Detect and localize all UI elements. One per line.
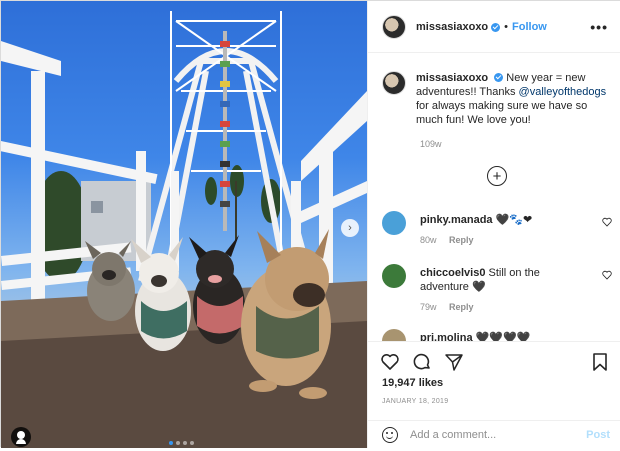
verified-badge-icon <box>491 23 501 32</box>
carousel-dot <box>190 441 194 445</box>
post-modal: › missasiaxoxo • Follow ••• missasiaxoxo <box>0 0 620 451</box>
reply-button[interactable]: Reply <box>449 235 474 245</box>
comment-time: 79w <box>420 302 437 312</box>
next-slide-button[interactable]: › <box>341 219 359 237</box>
comment-username[interactable]: chiccoelvis0 <box>420 267 485 279</box>
comment-like-heart-icon[interactable] <box>602 217 612 227</box>
caption-timestamp: 109w <box>420 139 442 149</box>
comment-username[interactable]: pinky.manada <box>420 214 493 226</box>
comment-text: 🖤🐾❤ <box>495 214 533 226</box>
heart-icon <box>381 354 399 370</box>
add-comment-row: Post <box>368 420 620 448</box>
comment-body: pinky.manada 🖤🐾❤ <box>420 213 590 227</box>
caption-text: missasiaxoxo New year = new adventures!!… <box>416 71 612 127</box>
post-comment-button[interactable]: Post <box>586 429 610 441</box>
comment-like-heart-icon[interactable] <box>602 270 612 280</box>
carousel-dot-active <box>169 441 173 445</box>
share-button[interactable] <box>444 352 464 372</box>
follow-button[interactable]: Follow <box>512 21 547 33</box>
load-more-comments-button[interactable]: + <box>487 166 507 186</box>
author-avatar[interactable] <box>382 14 406 39</box>
chevron-right-icon: › <box>348 222 352 234</box>
caption-username[interactable]: missasiaxoxo <box>416 72 488 84</box>
likes-count[interactable]: 19,947 likes <box>382 377 443 389</box>
verified-badge-icon <box>494 73 504 82</box>
carousel-dot <box>183 441 187 445</box>
caption-author-avatar[interactable] <box>382 71 406 95</box>
post-caption: missasiaxoxo New year = new adventures!!… <box>382 71 612 127</box>
carousel-dot <box>176 441 180 445</box>
add-comment-input[interactable] <box>410 427 570 443</box>
caption-body-end: for always making sure we have so much f… <box>416 100 588 126</box>
carousel-indicator <box>169 441 194 445</box>
emoji-icon[interactable] <box>382 427 398 443</box>
comment-time: 80w <box>420 235 437 245</box>
photo-illustration <box>1 11 367 448</box>
header-separator: • <box>504 20 509 33</box>
plus-icon: + <box>492 167 502 185</box>
paper-plane-icon <box>445 354 463 371</box>
action-icons <box>380 352 464 372</box>
post-side-panel: missasiaxoxo • Follow ••• missasiaxoxo N… <box>367 1 620 451</box>
author-username[interactable]: missasiaxoxo <box>416 21 488 33</box>
comment-button[interactable] <box>412 352 432 372</box>
user-tag-icon <box>17 431 25 439</box>
reply-button[interactable]: Reply <box>449 302 474 312</box>
comment-avatar[interactable] <box>382 264 406 288</box>
save-button[interactable] <box>590 352 610 372</box>
user-tag-button[interactable] <box>11 427 31 447</box>
post-date: JANUARY 18, 2019 <box>382 398 449 405</box>
comment-meta: 79w Reply <box>420 302 474 312</box>
comment-icon <box>413 353 430 370</box>
post-header: missasiaxoxo • Follow ••• <box>368 1 620 53</box>
bookmark-icon <box>593 353 607 371</box>
more-options-icon[interactable]: ••• <box>590 19 608 35</box>
comment-avatar[interactable] <box>382 211 406 235</box>
caption-mention-link[interactable]: @valleyofthedogs <box>519 86 607 98</box>
post-photo[interactable]: › <box>1 1 367 448</box>
comment-body: chiccoelvis0 Still on the adventure 🖤 <box>420 266 590 294</box>
comment-meta: 80w Reply <box>420 235 474 245</box>
like-button[interactable] <box>380 352 400 372</box>
